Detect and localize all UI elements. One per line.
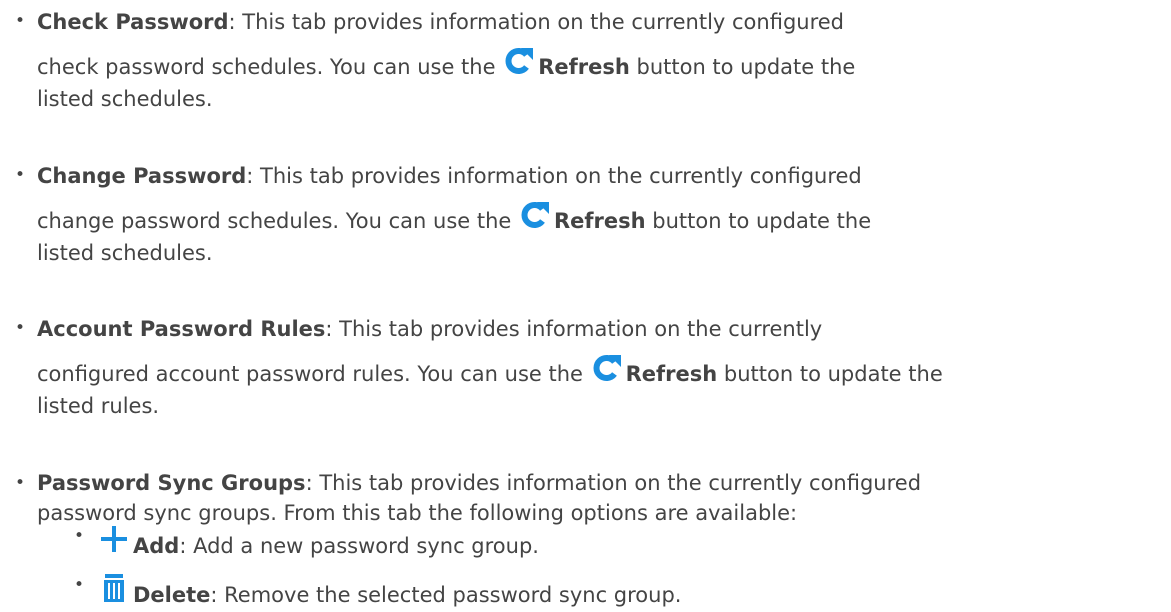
item-text: configured account password rules. You c… [37, 362, 590, 386]
option-label: Add [133, 534, 180, 558]
item-text: : This tab provides information on the c… [228, 10, 845, 34]
item-line: Change Password: This tab provides infor… [37, 160, 871, 192]
item-text: : This tab provides information on the c… [325, 317, 823, 341]
item-line: change password schedules. You can use t… [37, 200, 871, 239]
item-text: button to update the [717, 362, 943, 386]
item-title: Password Sync Groups [37, 471, 306, 495]
item-line: Check Password: This tab provides inform… [37, 6, 855, 38]
bullet: • [15, 473, 26, 493]
option-label: Delete [133, 583, 211, 607]
refresh-icon [518, 200, 552, 230]
item-text: : This tab provides information on the c… [305, 471, 922, 495]
refresh-label: Refresh [538, 55, 630, 79]
trash-icon [97, 572, 131, 606]
item-line: listed rules. [37, 394, 160, 418]
option-text: : Remove the selected password sync grou… [210, 583, 682, 607]
option-text: : Add a new password sync group. [179, 534, 539, 558]
refresh-icon [590, 353, 624, 383]
list-item-change-password: • Change Password: This tab provides inf… [0, 160, 871, 267]
refresh-label: Refresh [625, 362, 718, 386]
bullet: • [15, 11, 26, 31]
item-text: button to update the [645, 209, 872, 233]
bullet: • [15, 318, 26, 338]
option-line: Delete: Remove the selected password syn… [97, 572, 681, 612]
item-line: listed schedules. [37, 241, 213, 265]
item-line: check password schedules. You can use th… [37, 46, 855, 85]
plus-icon [97, 523, 131, 557]
list-item-account-password-rules: • Account Password Rules: This tab provi… [0, 313, 943, 420]
item-text: : This tab provides information on the c… [246, 164, 862, 188]
item-title: Check Password [37, 10, 229, 34]
bullet: • [74, 575, 85, 595]
option-line: Add: Add a new password sync group. [97, 523, 539, 563]
item-text: check password schedules. You can use th… [37, 55, 503, 79]
item-title: Account Password Rules [37, 317, 326, 341]
item-text: button to update the [629, 55, 856, 79]
item-line: configured account password rules. You c… [37, 353, 943, 392]
bullet: • [74, 526, 85, 546]
item-text: change password schedules. You can use t… [37, 209, 518, 233]
list-item-check-password: • Check Password: This tab provides info… [0, 6, 855, 113]
option-add: • Add: Add a new password sync group. [0, 523, 539, 563]
bullet: • [15, 165, 26, 185]
list-item-password-sync-groups: • Password Sync Groups: This tab provide… [0, 468, 921, 528]
item-line: Password Sync Groups: This tab provides … [37, 468, 921, 498]
item-title: Change Password [37, 164, 247, 188]
item-line: listed schedules. [37, 87, 213, 111]
refresh-label: Refresh [554, 209, 646, 233]
item-line: Account Password Rules: This tab provide… [37, 313, 943, 345]
refresh-icon [502, 46, 536, 76]
